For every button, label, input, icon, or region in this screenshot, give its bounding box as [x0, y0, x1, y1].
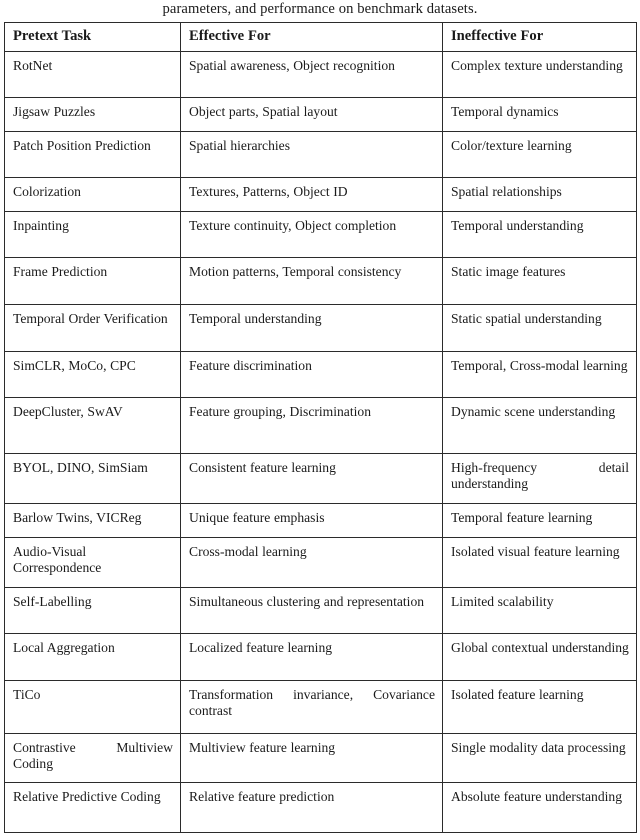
- cell-pretext-task: RotNet: [4, 50, 181, 98]
- cell-effective-for: Object parts, Spatial layout: [180, 96, 443, 132]
- cell-ineffective-for: High-frequency detail understanding: [442, 452, 637, 504]
- table-row: Jigsaw Puzzles Object parts, Spatial layo…: [4, 96, 637, 132]
- cell-effective-for: Feature grouping, Discrimination: [180, 396, 443, 454]
- cell-effective-for: Localized feature learning: [180, 632, 443, 681]
- cell-pretext-task: DeepCluster, SwAV: [4, 396, 181, 454]
- cell-ineffective-for: Limited scalability: [442, 586, 637, 634]
- cell-pretext-task: BYOL, DINO, SimSiam: [4, 452, 181, 504]
- table-caption-continuation: parameters, and performance on benchmark…: [162, 1, 478, 17]
- cell-pretext-task: Relative Predictive Coding: [4, 781, 181, 833]
- table-row: Relative Predictive Coding Relative featu…: [4, 781, 637, 833]
- table-row: Inpainting Texture continuity, Object com…: [4, 210, 637, 258]
- cell-pretext-task: Jigsaw Puzzles: [4, 96, 181, 132]
- cell-ineffective-for: Temporal dynamics: [442, 96, 637, 132]
- cell-ineffective-for: Static spatial understanding: [442, 303, 637, 352]
- cell-pretext-task: Patch Position Prediction: [4, 130, 181, 178]
- document-page: parameters, and performance on benchmark…: [0, 0, 640, 840]
- cell-pretext-task: Audio-Visual Correspondence: [4, 536, 181, 588]
- column-header-effective-for: Effective For: [180, 22, 443, 52]
- cell-pretext-task: Colorization: [4, 176, 181, 212]
- table-row: BYOL, DINO, SimSiam Consistent feature le…: [4, 452, 637, 504]
- table-row: DeepCluster, SwAV Feature grouping, Discr…: [4, 396, 637, 454]
- table-body: RotNet Spatial awareness, Object recognit…: [4, 50, 637, 833]
- table-row: Frame Prediction Motion patterns, Tempora…: [4, 256, 637, 305]
- cell-ineffective-for: Color/texture learning: [442, 130, 637, 178]
- cell-effective-for: Feature discrimination: [180, 350, 443, 398]
- table-header: Pretext Task Effective For Ineffective F…: [4, 22, 637, 52]
- table-header-row: Pretext Task Effective For Ineffective F…: [4, 22, 637, 52]
- column-header-ineffective-for: Ineffective For: [442, 22, 637, 52]
- cell-pretext-task: TiCo: [4, 679, 181, 734]
- cell-pretext-task: Barlow Twins, VICReg: [4, 502, 181, 538]
- table-row: Colorization Textures, Patterns, Object I…: [4, 176, 637, 212]
- table-row: RotNet Spatial awareness, Object recognit…: [4, 50, 637, 98]
- cell-ineffective-for: Global contextual understanding: [442, 632, 637, 681]
- table-row: Barlow Twins, VICReg Unique feature empha…: [4, 502, 637, 538]
- cell-effective-for: Unique feature emphasis: [180, 502, 443, 538]
- cell-pretext-task: Inpainting: [4, 210, 181, 258]
- cell-effective-for: Relative feature prediction: [180, 781, 443, 833]
- table-row: Local Aggregation Localized feature learn…: [4, 632, 637, 681]
- pretext-task-table: Pretext Task Effective For Ineffective F…: [4, 22, 637, 833]
- cell-ineffective-for: Absolute feature understanding: [442, 781, 637, 833]
- cell-effective-for: Textures, Patterns, Object ID: [180, 176, 443, 212]
- table-row: Contrastive Multiview Coding Multiview fe…: [4, 732, 637, 783]
- cell-effective-for: Texture continuity, Object completion: [180, 210, 443, 258]
- cell-ineffective-for: Temporal, Cross-modal learning: [442, 350, 637, 398]
- cell-pretext-task: Local Aggregation: [4, 632, 181, 681]
- cell-ineffective-for: Temporal feature learning: [442, 502, 637, 538]
- table-container: Pretext Task Effective For Ineffective F…: [4, 22, 637, 833]
- table-row: Patch Position Prediction Spatial hierarc…: [4, 130, 637, 178]
- cell-pretext-task: Frame Prediction: [4, 256, 181, 305]
- cell-ineffective-for: Isolated feature learning: [442, 679, 637, 734]
- cell-ineffective-for: Spatial relationships: [442, 176, 637, 212]
- table-row: TiCo Transformation invariance, Covarianc…: [4, 679, 637, 734]
- cell-effective-for: Motion patterns, Temporal consistency: [180, 256, 443, 305]
- table-row: Self-Labelling Simultaneous clustering an…: [4, 586, 637, 634]
- cell-ineffective-for: Complex texture understanding: [442, 50, 637, 98]
- cell-effective-for: Spatial awareness, Object recognition: [180, 50, 443, 98]
- table-row: Temporal Order Verification Temporal unde…: [4, 303, 637, 352]
- cell-effective-for: Cross-modal learning: [180, 536, 443, 588]
- cell-pretext-task: SimCLR, MoCo, CPC: [4, 350, 181, 398]
- cell-ineffective-for: Dynamic scene understanding: [442, 396, 637, 454]
- table-row: Audio-Visual Correspondence Cross-modal l…: [4, 536, 637, 588]
- table-row: SimCLR, MoCo, CPC Feature discrimination T…: [4, 350, 637, 398]
- cell-ineffective-for: Isolated visual feature learning: [442, 536, 637, 588]
- cell-ineffective-for: Single modality data processing: [442, 732, 637, 783]
- cell-pretext-task: Temporal Order Verification: [4, 303, 181, 352]
- cell-ineffective-for: Temporal understanding: [442, 210, 637, 258]
- cell-effective-for: Transformation invariance, Covariance co…: [180, 679, 443, 734]
- cell-effective-for: Temporal understanding: [180, 303, 443, 352]
- cell-effective-for: Spatial hierarchies: [180, 130, 443, 178]
- cell-ineffective-for: Static image features: [442, 256, 637, 305]
- cell-effective-for: Multiview feature learning: [180, 732, 443, 783]
- cell-effective-for: Consistent feature learning: [180, 452, 443, 504]
- cell-pretext-task: Contrastive Multiview Coding: [4, 732, 181, 783]
- column-header-pretext-task: Pretext Task: [4, 22, 181, 52]
- cell-pretext-task: Self-Labelling: [4, 586, 181, 634]
- cell-effective-for: Simultaneous clustering and representati…: [180, 586, 443, 634]
